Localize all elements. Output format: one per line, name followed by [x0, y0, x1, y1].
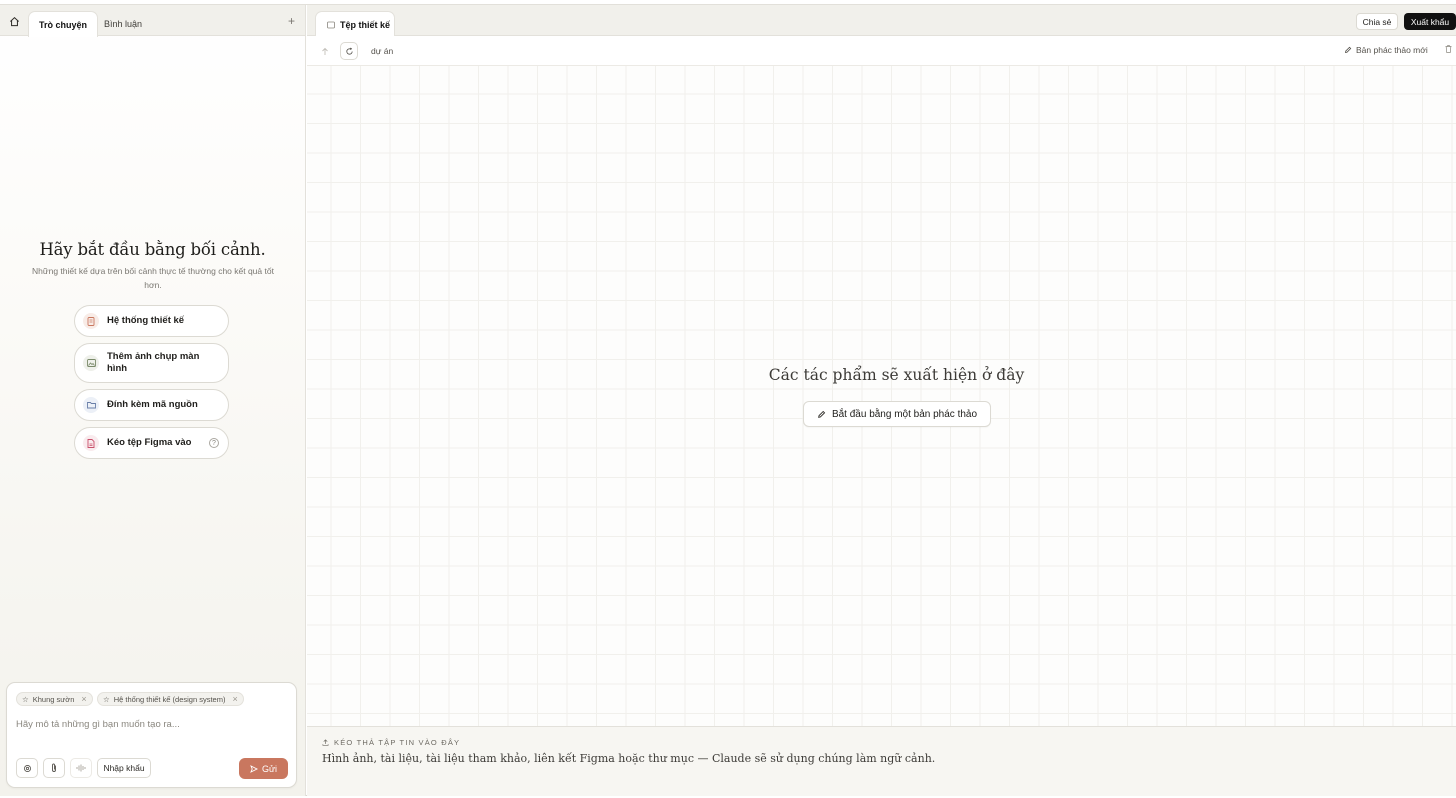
upload-button[interactable]: [316, 42, 334, 60]
import-button[interactable]: Nhập khẩu: [97, 758, 151, 778]
chip-design-system[interactable]: ☆ Hệ thống thiết kế (design system) ×: [97, 692, 244, 706]
file-icon: [83, 435, 99, 451]
paperclip-icon: [52, 763, 56, 772]
refresh-icon: [345, 47, 353, 55]
close-icon[interactable]: ×: [81, 694, 86, 704]
tab-label: Tệp thiết kế: [340, 19, 391, 30]
send-button[interactable]: Gửi: [239, 758, 288, 779]
breadcrumb[interactable]: dự án: [371, 46, 393, 56]
export-button[interactable]: Xuất khẩu: [1404, 13, 1456, 30]
delete-button[interactable]: [1445, 45, 1452, 56]
tab-chat[interactable]: Trò chuyện: [28, 11, 99, 37]
dropzone-heading: KÉO THẢ TẬP TIN VÀO ĐÂY: [334, 738, 461, 747]
composer: ☆ Khung sườn × ☆ Hệ thống thiết kế (desi…: [6, 682, 297, 788]
settings-button[interactable]: [16, 758, 38, 778]
context-option-label: Thêm ảnh chụp màn hình: [107, 350, 200, 375]
chat-panel: Trò chuyện Bình luận + Hãy bắt đầu bằng …: [0, 5, 306, 796]
refresh-button[interactable]: [340, 42, 358, 60]
chip-wireframe[interactable]: ☆ Khung sườn ×: [16, 692, 93, 706]
new-draft-button[interactable]: Bản phác thảo mới: [1344, 45, 1428, 55]
share-button[interactable]: Chia sẻ: [1356, 13, 1398, 30]
canvas-toolbar: dự án Bản phác thảo mới: [307, 36, 1456, 66]
help-icon[interactable]: ?: [209, 438, 219, 448]
start-draft-label: Bắt đầu bằng một bản phác thảo: [831, 408, 978, 420]
file-icon: [327, 21, 335, 28]
empty-state-title: Các tác phẩm sẽ xuất hiện ở đây: [768, 366, 1025, 384]
dropzone-description: Hình ảnh, tài liệu, tài liệu tham khảo, …: [322, 752, 936, 765]
close-icon[interactable]: ×: [232, 694, 237, 704]
design-panel: Tệp thiết kế Chia sẻ Xuất khẩu dự án Bản…: [307, 5, 1456, 796]
design-canvas[interactable]: Các tác phẩm sẽ xuất hiện ở đây Bắt đầu …: [307, 66, 1456, 726]
context-option-source-code[interactable]: Đính kèm mã nguồn: [74, 389, 229, 421]
document-icon: [83, 313, 99, 329]
context-option-design-system[interactable]: Hệ thống thiết kế: [74, 305, 229, 337]
trash-icon: [1445, 45, 1452, 53]
chat-tab-bar: Trò chuyện Bình luận +: [0, 5, 305, 37]
context-option-figma[interactable]: Kéo tệp Figma vào ?: [74, 427, 229, 459]
waveform-icon: [76, 764, 86, 772]
context-option-label: Kéo tệp Figma vào: [107, 436, 192, 448]
pencil-icon: [818, 410, 826, 418]
arrow-up-icon: [322, 47, 328, 55]
file-dropzone[interactable]: KÉO THẢ TẬP TIN VÀO ĐÂY Hình ảnh, tài li…: [307, 726, 1456, 796]
start-draft-button[interactable]: Bắt đầu bằng một bản phác thảo: [803, 401, 991, 427]
home-icon: [9, 16, 19, 26]
image-icon: [83, 355, 99, 371]
prompt-input[interactable]: Hãy mô tả những gì bạn muốn tạo ra...: [16, 719, 180, 730]
star-icon: ☆: [103, 694, 110, 704]
tab-comments[interactable]: Bình luận: [94, 11, 152, 37]
hero-subtitle: Những thiết kế dựa trên bối cảnh thực tế…: [32, 266, 274, 290]
chip-label: Hệ thống thiết kế (design system): [113, 694, 226, 704]
context-option-screenshot[interactable]: Thêm ảnh chụp màn hình: [74, 343, 229, 383]
context-option-label: Hệ thống thiết kế: [107, 314, 185, 326]
hero-title: Hãy bắt đầu bằng bối cảnh.: [39, 240, 266, 259]
star-icon: ☆: [22, 694, 29, 704]
send-label: Gửi: [261, 763, 278, 774]
new-draft-label: Bản phác thảo mới: [1356, 45, 1428, 55]
upload-icon: [322, 739, 329, 746]
context-option-label: Đính kèm mã nguồn: [107, 398, 198, 410]
home-button[interactable]: [6, 13, 22, 29]
voice-button[interactable]: [70, 758, 92, 778]
send-icon: [250, 764, 258, 773]
design-tab-bar: Tệp thiết kế Chia sẻ Xuất khẩu: [307, 5, 1456, 37]
app-window: Trò chuyện Bình luận + Hãy bắt đầu bằng …: [0, 4, 1456, 796]
add-tab-button[interactable]: +: [288, 14, 295, 28]
chip-label: Khung sườn: [32, 694, 75, 704]
tab-design-files[interactable]: Tệp thiết kế: [315, 11, 395, 37]
attach-button[interactable]: [43, 758, 65, 778]
dropzone-heading-row: KÉO THẢ TẬP TIN VÀO ĐÂY: [322, 738, 460, 747]
folder-icon: [83, 397, 99, 413]
pencil-icon: [1344, 46, 1352, 54]
gear-icon: [23, 764, 31, 772]
